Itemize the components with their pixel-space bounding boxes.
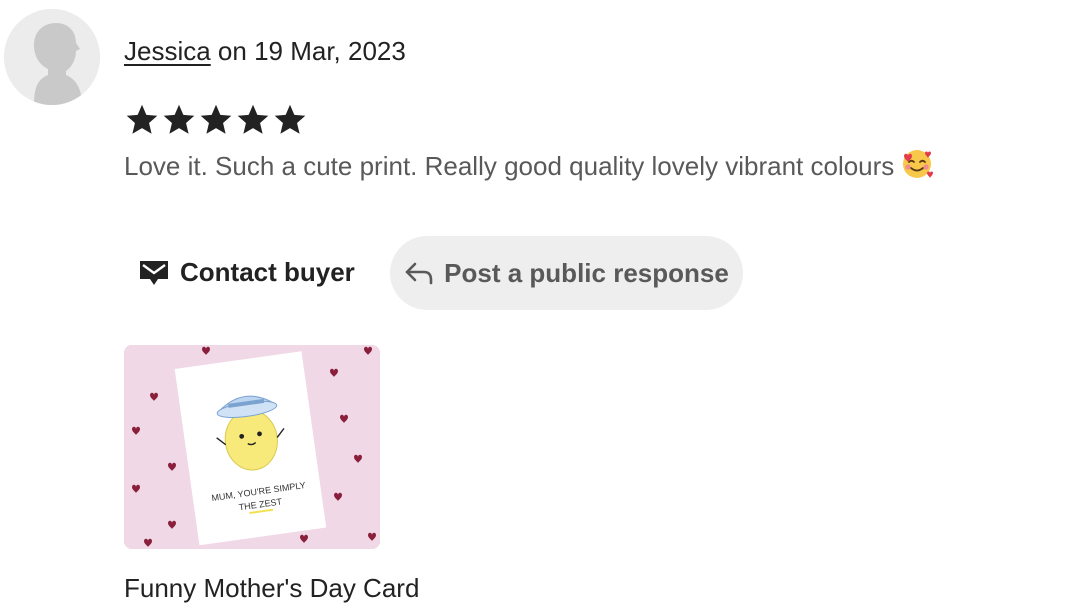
review-date: on 19 Mar, 2023 — [210, 36, 406, 66]
product-title-link[interactable]: Funny Mother's Day Card — [124, 571, 419, 605]
review-text-container: Love it. Such a cute print. Really good … — [124, 147, 934, 184]
review-text: Love it. Such a cute print. Really good … — [124, 151, 895, 181]
star-icon — [126, 104, 158, 134]
star-rating — [124, 102, 308, 138]
star-icon — [200, 104, 232, 134]
reviewer-name-link[interactable]: Jessica — [124, 36, 211, 66]
contact-buyer-button[interactable]: Contact buyer — [124, 240, 369, 304]
post-public-response-label: Post a public response — [444, 257, 729, 288]
star-icon — [274, 104, 306, 134]
star-icon — [237, 104, 269, 134]
product-image[interactable]: MUM, YOU'RE SIMPLY THE ZEST — [124, 345, 380, 549]
star-icon — [163, 104, 195, 134]
review-header: Jessica on 19 Mar, 2023 — [124, 34, 406, 68]
avatar[interactable] — [4, 9, 100, 105]
envelope-icon — [140, 261, 168, 285]
post-public-response-button[interactable]: Post a public response — [390, 236, 743, 310]
default-avatar-icon — [4, 9, 100, 105]
smiling-face-with-hearts-icon — [903, 150, 934, 178]
product-card-illustration: MUM, YOU'RE SIMPLY THE ZEST — [124, 345, 380, 549]
reply-arrow-icon — [405, 262, 433, 285]
contact-buyer-label: Contact buyer — [180, 256, 355, 287]
